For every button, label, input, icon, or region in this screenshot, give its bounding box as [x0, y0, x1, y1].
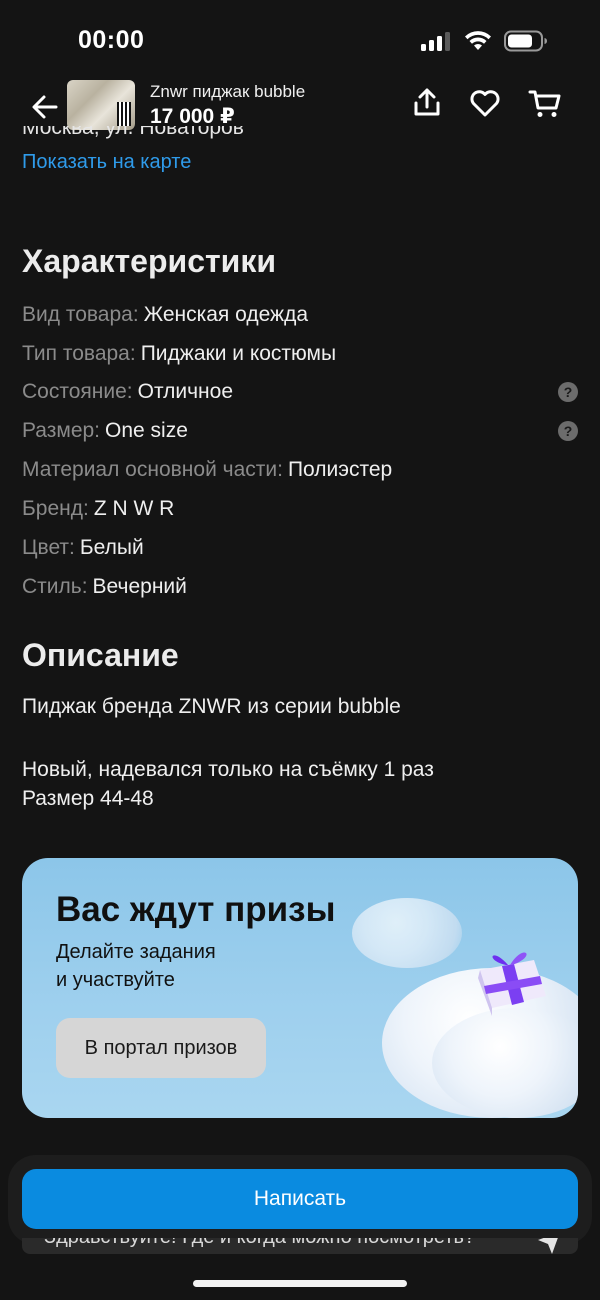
char-label: Материал основной части:	[22, 458, 283, 481]
quick-message-text: Здравствуйте! Где и когда можно посмотре…	[44, 1238, 475, 1249]
char-label: Состояние:	[22, 380, 133, 403]
characteristics-title: Характеристики	[22, 243, 277, 279]
cloud-illustration	[352, 898, 462, 968]
char-value: Пиджаки и костюмы	[140, 342, 337, 365]
char-value: Отличное	[137, 380, 233, 403]
send-icon[interactable]	[536, 1238, 562, 1254]
promo-subtitle: Делайте задания и участвуйте	[56, 938, 276, 994]
cellular-signal-icon	[421, 32, 450, 51]
char-value: Женская одежда	[143, 303, 309, 326]
description-line: Новый, надевался только на съёмку 1 раз	[22, 758, 434, 781]
description-title: Описание	[22, 637, 179, 673]
home-indicator	[193, 1280, 407, 1287]
quick-message-row[interactable]: Здравствуйте! Где и когда можно посмотре…	[22, 1238, 578, 1254]
char-row-brand: Бренд: Z N W R	[22, 494, 578, 524]
char-label: Цвет:	[22, 536, 75, 559]
char-value: Белый	[79, 536, 144, 559]
char-value: Z N W R	[93, 497, 175, 520]
char-label: Размер:	[22, 419, 101, 442]
promo-title: Вас ждут призы	[56, 890, 336, 929]
address: Москва, ул. Новаторов	[22, 126, 244, 139]
question-help-icon[interactable]: ?	[558, 382, 578, 402]
status-bar: 00:00	[0, 0, 600, 80]
description-line: Пиджак бренда ZNWR из серии bubble	[22, 695, 401, 718]
product-title: Znwr пиджак bubble	[150, 82, 306, 101]
battery-icon	[504, 30, 547, 52]
show-on-map-link[interactable]: Показать на карте	[22, 151, 191, 174]
char-row-kind: Тип товара: Пиджаки и костюмы	[22, 339, 578, 369]
cart-icon[interactable]	[528, 86, 562, 120]
char-label: Стиль:	[22, 575, 88, 598]
char-row-size: Размер: One size ?	[22, 416, 578, 446]
wifi-icon	[465, 31, 491, 50]
prizes-promo-banner[interactable]: Вас ждут призы Делайте задания и участву…	[22, 858, 578, 1118]
char-label: Тип товара:	[22, 342, 136, 365]
back-arrow-icon[interactable]	[28, 90, 62, 124]
char-value: Вечерний	[92, 575, 187, 598]
question-help-icon[interactable]: ?	[558, 421, 578, 441]
favorite-heart-icon[interactable]	[468, 86, 502, 120]
thumbnail-pattern	[117, 102, 131, 126]
prize-portal-button[interactable]: В портал призов	[56, 1018, 266, 1078]
char-value: One size	[105, 419, 188, 442]
char-value: Полиэстер	[287, 458, 393, 481]
char-label: Вид товара:	[22, 303, 139, 326]
product-thumbnail[interactable]	[67, 80, 135, 130]
char-row-color: Цвет: Белый	[22, 533, 578, 563]
promo-subtitle-line: и участвуйте	[56, 969, 175, 991]
promo-subtitle-line: Делайте задания	[56, 941, 216, 963]
gift-icon	[478, 952, 546, 1016]
char-row-condition: Состояние: Отличное ?	[22, 377, 578, 407]
char-row-style: Стиль: Вечерний	[22, 572, 578, 602]
share-icon[interactable]	[410, 86, 444, 120]
char-row-type: Вид товара: Женская одежда	[22, 300, 578, 330]
char-row-material: Материал основной части: Полиэстер	[22, 455, 578, 485]
description-line: Размер 44-48	[22, 787, 154, 810]
status-icons	[420, 30, 548, 52]
write-message-button[interactable]: Написать	[22, 1169, 578, 1229]
char-label: Бренд:	[22, 497, 89, 520]
status-time: 00:00	[78, 26, 145, 54]
